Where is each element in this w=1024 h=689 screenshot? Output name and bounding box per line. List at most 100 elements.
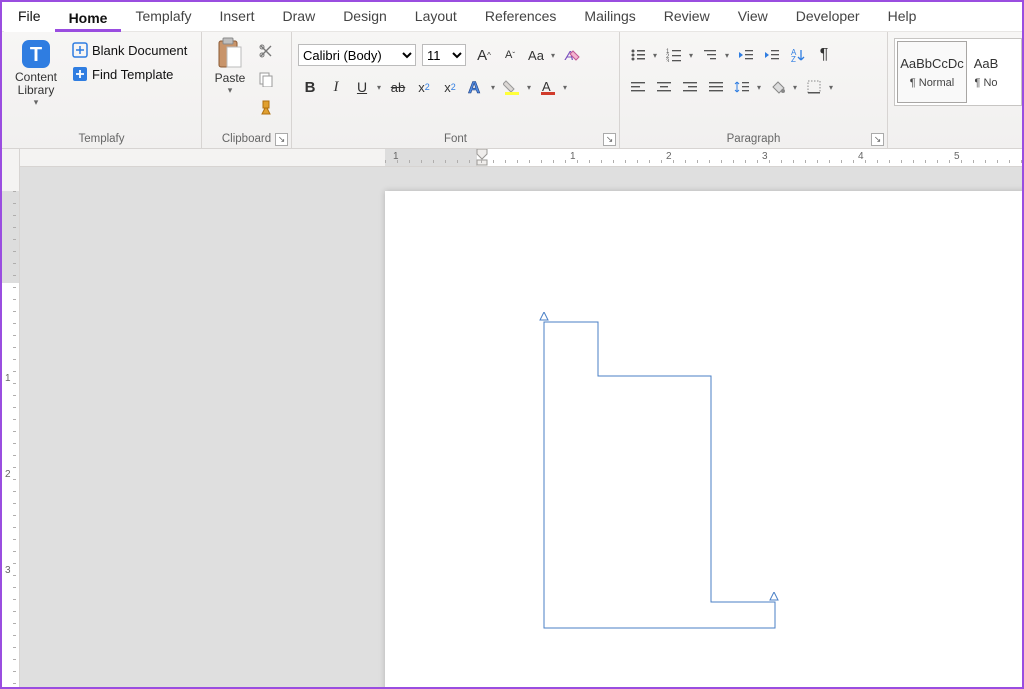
tab-draw[interactable]: Draw [269, 2, 330, 32]
numbering-icon: 123 [666, 48, 682, 62]
chevron-down-icon[interactable]: ▾ [686, 51, 696, 60]
style-normal[interactable]: AaBbCcDc ¶ Normal [897, 41, 967, 103]
text-effects-button[interactable]: A [464, 75, 488, 99]
copy-button[interactable] [254, 67, 278, 91]
tab-developer[interactable]: Developer [782, 2, 874, 32]
svg-text:Z: Z [791, 55, 796, 63]
borders-button[interactable] [802, 75, 826, 99]
format-painter-button[interactable] [254, 95, 278, 119]
bullets-button[interactable] [626, 43, 650, 67]
ribbon: T Content Library ▾ Blank Document Find … [2, 32, 1022, 149]
styles-gallery[interactable]: AaBbCcDc ¶ Normal AaB ¶ No [894, 38, 1022, 106]
blank-document-label: Blank Document [92, 43, 187, 58]
font-color-icon: A [539, 78, 557, 96]
align-center-button[interactable] [652, 75, 676, 99]
tab-design[interactable]: Design [329, 2, 401, 32]
strikethrough-button[interactable]: ab [386, 75, 410, 99]
chevron-down-icon[interactable]: ▾ [374, 83, 384, 92]
align-center-icon [657, 81, 671, 93]
grow-font-button[interactable]: A^ [472, 43, 496, 67]
superscript-button[interactable]: x2 [438, 75, 462, 99]
tab-layout[interactable]: Layout [401, 2, 471, 32]
underline-button[interactable]: U [350, 75, 374, 99]
chevron-down-icon[interactable]: ▾ [524, 83, 534, 92]
chevron-down-icon[interactable]: ▾ [488, 83, 498, 92]
chevron-down-icon[interactable]: ▾ [722, 51, 732, 60]
find-template-label: Find Template [92, 67, 173, 82]
borders-icon [807, 80, 821, 94]
tab-help[interactable]: Help [874, 2, 931, 32]
align-right-button[interactable] [678, 75, 702, 99]
content-library-button[interactable]: T Content Library ▾ [8, 35, 64, 108]
horizontal-ruler[interactable]: 1123456 [20, 149, 1022, 167]
chevron-down-icon[interactable]: ▾ [826, 83, 836, 92]
italic-button[interactable]: I [324, 75, 348, 99]
style-no-spacing[interactable]: AaB ¶ No [969, 41, 1003, 103]
svg-text:A: A [542, 79, 551, 94]
font-launcher[interactable] [603, 133, 616, 146]
plus-square-icon [72, 42, 88, 58]
numbering-button[interactable]: 123 [662, 43, 686, 67]
group-font: Calibri (Body) 11 A^ Aˇ Aa▾ A B I U▾ ab … [292, 32, 620, 148]
svg-text:A: A [468, 78, 480, 96]
tab-mailings[interactable]: Mailings [570, 2, 649, 32]
tab-review[interactable]: Review [650, 2, 724, 32]
font-name-select[interactable]: Calibri (Body) [298, 44, 416, 66]
clipboard-icon [215, 37, 245, 71]
increase-indent-button[interactable] [760, 43, 784, 67]
paint-bucket-icon [770, 79, 786, 95]
group-clipboard: Paste ▾ Clipboard [202, 32, 292, 148]
chevron-down-icon[interactable]: ▾ [650, 51, 660, 60]
indent-marker[interactable] [476, 149, 488, 166]
chevron-down-icon[interactable]: ▾ [560, 83, 570, 92]
decrease-indent-button[interactable] [734, 43, 758, 67]
chevron-down-icon[interactable]: ▾ [790, 83, 800, 92]
style-preview: AaBbCcDc [900, 56, 964, 71]
document-area[interactable] [20, 167, 1022, 687]
group-paragraph: ▾ 123▾ ▾ AZ ¶ ▾ ▾ ▾ Paragraph [620, 32, 888, 148]
tab-file[interactable]: File [4, 2, 55, 32]
blank-document-button[interactable]: Blank Document [68, 39, 191, 61]
chevron-down-icon: ▾ [34, 97, 39, 108]
group-label-font: Font [298, 131, 613, 148]
multilevel-list-button[interactable] [698, 43, 722, 67]
chevron-down-icon[interactable]: ▾ [548, 51, 558, 60]
freeform-shape[interactable] [543, 318, 783, 638]
group-styles: AaBbCcDc ¶ Normal AaB ¶ No [888, 32, 1022, 148]
font-size-select[interactable]: 11 [422, 44, 466, 66]
find-template-button[interactable]: Find Template [68, 63, 191, 85]
show-marks-button[interactable]: ¶ [812, 43, 836, 67]
shape-end-anchor[interactable] [772, 598, 779, 605]
align-left-button[interactable] [626, 75, 650, 99]
eraser-a-icon: A [563, 47, 581, 63]
shrink-font-button[interactable]: Aˇ [498, 43, 522, 67]
paragraph-launcher[interactable] [871, 133, 884, 146]
text-effects-icon: A [467, 78, 485, 96]
sort-button[interactable]: AZ [786, 43, 810, 67]
tab-view[interactable]: View [724, 2, 782, 32]
bold-button[interactable]: B [298, 75, 322, 99]
shape-start-anchor[interactable] [542, 318, 549, 325]
vertical-ruler[interactable]: 123 [2, 149, 20, 687]
align-right-icon [683, 81, 697, 93]
group-label-templafy: Templafy [8, 131, 195, 148]
align-left-icon [631, 81, 645, 93]
tab-references[interactable]: References [471, 2, 571, 32]
paste-button[interactable]: Paste ▾ [208, 35, 252, 96]
tab-home[interactable]: Home [55, 2, 122, 32]
line-spacing-button[interactable] [730, 75, 754, 99]
change-case-button[interactable]: Aa [524, 43, 548, 67]
group-templafy: T Content Library ▾ Blank Document Find … [2, 32, 202, 148]
clipboard-launcher[interactable] [275, 133, 288, 146]
tab-templafy[interactable]: Templafy [121, 2, 205, 32]
copy-icon [258, 71, 274, 87]
tab-insert[interactable]: Insert [206, 2, 269, 32]
subscript-button[interactable]: x2 [412, 75, 436, 99]
cut-button[interactable] [254, 39, 278, 63]
clear-formatting-button[interactable]: A [560, 43, 584, 67]
highlight-button[interactable] [500, 75, 524, 99]
shading-button[interactable] [766, 75, 790, 99]
chevron-down-icon[interactable]: ▾ [754, 83, 764, 92]
justify-button[interactable] [704, 75, 728, 99]
font-color-button[interactable]: A [536, 75, 560, 99]
